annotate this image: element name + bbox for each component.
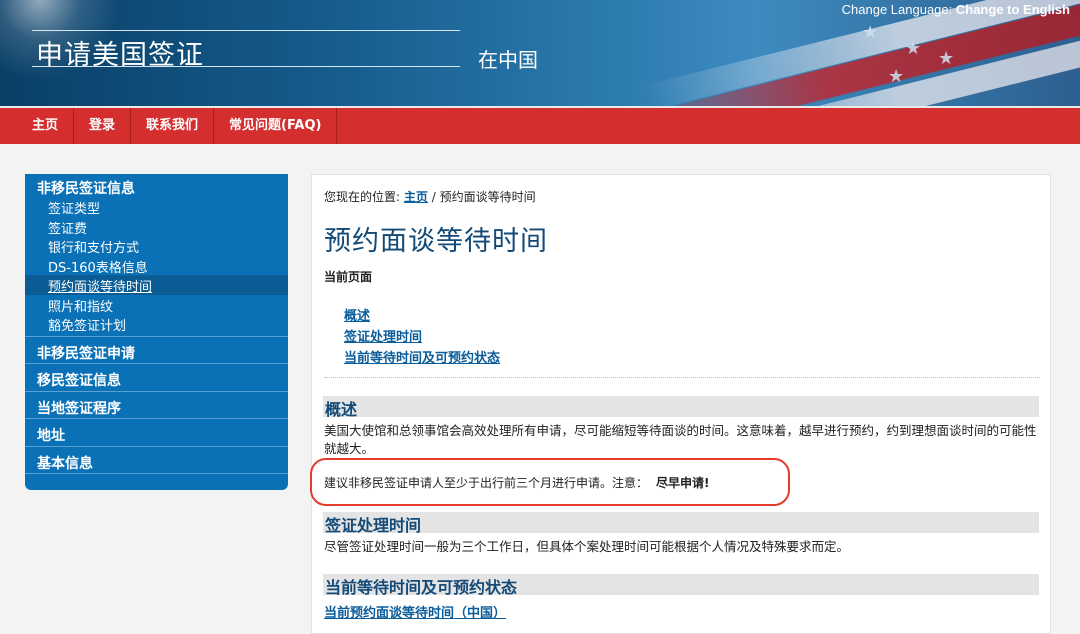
sidebar-item-wait-times[interactable]: 预约面谈等待时间 <box>25 275 288 295</box>
star-icon: ★ <box>905 38 922 59</box>
toc-link-processing-time[interactable]: 签证处理时间 <box>344 326 500 347</box>
nav-item-contact[interactable]: 联系我们 <box>131 108 215 144</box>
section-heading-overview: 概述 <box>323 396 1039 419</box>
current-page-label: 当前页面 <box>324 270 373 284</box>
star-icon: ★ <box>888 66 905 87</box>
sidebar-group-basic-info[interactable]: 基本信息 <box>25 447 288 474</box>
processing-time-text: 尽管签证处理时间一般为三个工作日，但具体个案处理时间可能根据个人情况及特殊要求而… <box>324 539 850 554</box>
sidebar-item-bank-payment[interactable]: 银行和支付方式 <box>25 236 288 256</box>
toc-link-wait-status[interactable]: 当前等待时间及可预约状态 <box>344 347 500 368</box>
title-rule <box>32 30 460 31</box>
table-of-contents: 概述 签证处理时间 当前等待时间及可预约状态 <box>344 305 500 368</box>
sidebar-item-visa-fees[interactable]: 签证费 <box>25 217 288 237</box>
sidebar-group-nonimmigrant-apply[interactable]: 非移民签证申请 <box>25 337 288 364</box>
breadcrumb-separator: / <box>427 190 440 204</box>
sidebar-sublist: 签证类型 签证费 银行和支付方式 DS-160表格信息 预约面谈等待时间 照片和… <box>25 197 288 337</box>
page-title: 预约面谈等待时间 <box>324 226 548 257</box>
sidebar-item-visa-types[interactable]: 签证类型 <box>25 197 288 217</box>
nav-item-faq[interactable]: 常见问题(FAQ) <box>214 108 338 144</box>
star-icon: ★ <box>938 48 955 69</box>
highlight-annotation <box>310 458 790 506</box>
sidebar-item-ds160[interactable]: DS-160表格信息 <box>25 256 288 276</box>
section-heading-wait-status: 当前等待时间及可预约状态 <box>323 574 1039 597</box>
sidebar-group-nonimmigrant-info[interactable]: 非移民签证信息 <box>25 174 288 197</box>
section-heading-processing-time: 签证处理时间 <box>323 512 1039 535</box>
divider <box>324 377 1040 378</box>
main-nav: 主页 登录 联系我们 常见问题(FAQ) <box>0 106 1080 144</box>
sidebar-group-local-procedures[interactable]: 当地签证程序 <box>25 392 288 419</box>
sidebar: 非移民签证信息 签证类型 签证费 银行和支付方式 DS-160表格信息 预约面谈… <box>25 174 288 490</box>
language-label: Change Language: <box>841 2 953 17</box>
sidebar-group-immigrant-info[interactable]: 移民签证信息 <box>25 364 288 392</box>
sidebar-item-visa-waiver[interactable]: 豁免签证计划 <box>25 314 288 334</box>
breadcrumb-current: 预约面谈等待时间 <box>439 190 536 204</box>
breadcrumb-prefix: 您现在的位置: <box>324 190 401 204</box>
sidebar-group-address[interactable]: 地址 <box>25 419 288 447</box>
site-subtitle: 在中国 <box>478 48 538 72</box>
nav-item-login[interactable]: 登录 <box>74 108 132 144</box>
sidebar-item-photo-fingerprint[interactable]: 照片和指纹 <box>25 295 288 315</box>
star-icon: ★ <box>862 22 879 43</box>
language-switcher: Change Language: Change to English <box>842 2 1070 17</box>
main-content: 您现在的位置: 主页 / 预约面谈等待时间 预约面谈等待时间 当前页面 概述 签… <box>311 174 1051 634</box>
toc-link-overview[interactable]: 概述 <box>344 305 500 326</box>
breadcrumb: 您现在的位置: 主页 / 预约面谈等待时间 <box>324 188 536 205</box>
title-rule <box>32 66 460 67</box>
current-wait-time-link[interactable]: 当前预约面谈等待时间（中国） <box>324 602 506 621</box>
breadcrumb-home-link[interactable]: 主页 <box>404 190 428 204</box>
change-language-link[interactable]: Change to English <box>956 2 1070 17</box>
overview-text: 美国大使馆和总领事馆会高效处理所有申请，尽可能缩短等待面谈的时间。这意味着，越早… <box>324 423 1037 456</box>
site-header: ★ ★ ★ ★ 申请美国签证 在中国 Change Language: Chan… <box>0 0 1080 106</box>
nav-item-home[interactable]: 主页 <box>0 108 75 144</box>
